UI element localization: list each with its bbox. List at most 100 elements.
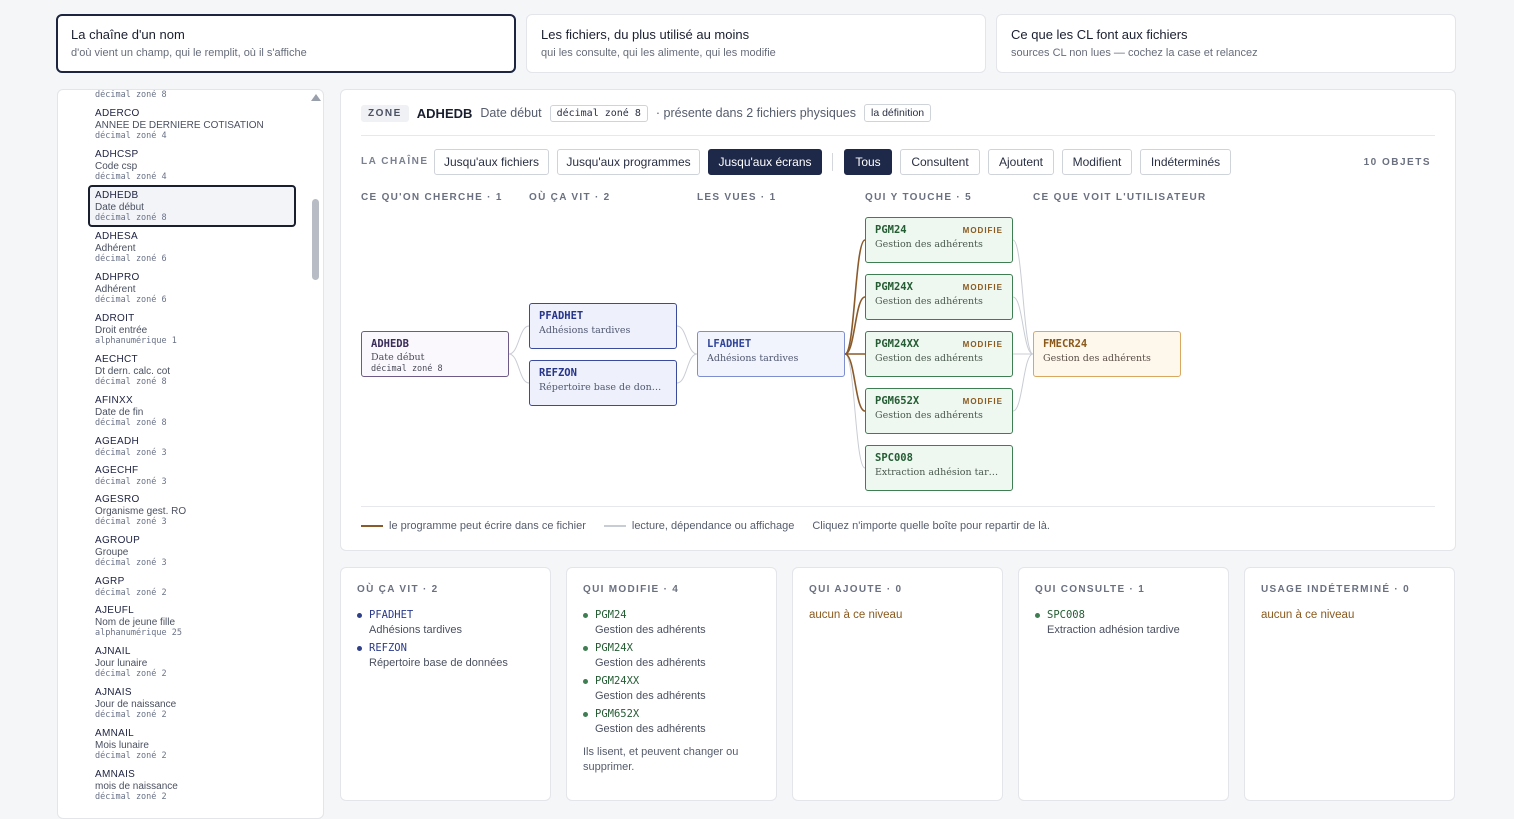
tab-chaine-nom[interactable]: La chaîne d'un nom d'où vient un champ, … (56, 14, 516, 73)
modify-badge: MODIFIE (962, 340, 1003, 349)
toolbar-separator (832, 153, 833, 171)
list-item[interactable]: ADERCO ANNEE DE DERNIERE COTISATION déci… (88, 108, 296, 143)
node-zone[interactable]: ADHEDB Date début décimal zoné 8 (361, 331, 509, 377)
edge-pfadhet-view (676, 325, 698, 355)
column-header-views: LES VUES · 1 (697, 192, 777, 203)
filter-modify-button[interactable]: Modifient (1062, 149, 1132, 175)
filter-undetermined-button[interactable]: Indéterminés (1140, 149, 1231, 175)
list-item[interactable]: AGRP décimal zoné 2 (88, 576, 296, 599)
list-item[interactable]: ADHPRO Adhérent décimal zoné 6 (88, 272, 296, 307)
list-item[interactable]: AMNAIL Mois lunaire décimal zoné 2 (88, 728, 296, 763)
edge-zone-refzon (508, 353, 530, 384)
list-item-partial: décimal zoné 8 (95, 90, 167, 100)
legend-hint: Cliquez n'importe quelle boîte pour repa… (812, 520, 1050, 532)
tab-title: Ce que les CL font aux fichiers (1011, 27, 1188, 42)
node-program[interactable]: PGM24 Gestion des adhérents MODIFIE (865, 217, 1013, 263)
list-item[interactable]: PGM24 Gestion des adhérents (583, 609, 760, 636)
edge-view-spc008 (844, 353, 866, 469)
zone-header: ZONE ADHEDB Date début décimal zoné 8 · … (361, 104, 932, 122)
depth-screens-button[interactable]: Jusqu'aux écrans (708, 149, 822, 175)
legend-write-swatch (361, 525, 383, 527)
card-lives: OÙ ÇA VIT · 2 PFADHET Adhésions tardives… (340, 567, 551, 801)
node-view[interactable]: LFADHET Adhésions tardives (697, 331, 845, 377)
legend-write-label: le programme peut écrire dans ce fichier (389, 520, 586, 532)
depth-programs-button[interactable]: Jusqu'aux programmes (557, 149, 700, 175)
node-program[interactable]: SPC008 Extraction adhésion tardi… (865, 445, 1013, 491)
node-screen[interactable]: FMECR24 Gestion des adhérents (1033, 331, 1181, 377)
tab-fichiers[interactable]: Les fichiers, du plus utilisé au moins q… (526, 14, 986, 73)
zone-presence: · présente dans 2 fichiers physiques (655, 106, 856, 120)
card-undetermined: USAGE INDÉTERMINÉ · 0 aucun à ce niveau (1244, 567, 1455, 801)
empty-message: aucun à ce niveau (809, 609, 903, 621)
tab-title: La chaîne d'un nom (71, 27, 185, 42)
list-item[interactable]: PGM652X Gestion des adhérents (583, 708, 760, 735)
filter-all-button[interactable]: Tous (844, 149, 892, 175)
node-file[interactable]: REFZON Répertoire base de données (529, 360, 677, 406)
edge-view-pgm652x (844, 353, 866, 412)
list-item[interactable]: ADHCSP Code csp décimal zoné 4 (88, 149, 296, 184)
list-item-selected[interactable]: ADHEDB Date début décimal zoné 8 (88, 185, 296, 227)
list-item[interactable]: AJNAIS Jour de naissance décimal zoné 2 (88, 687, 296, 722)
column-header-touch: QUI Y TOUCHE · 5 (865, 192, 972, 203)
edge-view-pgm24 (844, 239, 866, 355)
list-item[interactable]: PGM24X Gestion des adhérents (583, 642, 760, 669)
empty-message: aucun à ce niveau (1261, 609, 1355, 621)
node-program[interactable]: PGM652X Gestion des adhérents MODIFIE (865, 388, 1013, 434)
field-list-panel: décimal zoné 8 ADERCO ANNEE DE DERNIERE … (57, 89, 324, 819)
divider (361, 506, 1435, 507)
node-program[interactable]: PGM24X Gestion des adhérents MODIFIE (865, 274, 1013, 320)
chain-label: LA CHAÎNE (361, 156, 429, 167)
list-item[interactable]: AJNAIL Jour lunaire décimal zoné 2 (88, 646, 296, 681)
list-item[interactable]: SPC008 Extraction adhésion tardive (1035, 609, 1212, 636)
list-item[interactable]: AMNAIS mois de naissance décimal zoné 2 (88, 769, 296, 804)
zone-label: Date début (480, 106, 542, 120)
edge-pgm24x-screen (1012, 296, 1034, 355)
zone-badge: ZONE (361, 104, 409, 122)
tab-subtitle: sources CL non lues — cochez la case et … (1011, 47, 1258, 59)
edge-refzon-view (676, 353, 698, 384)
list-item[interactable]: AGECHF décimal zoné 3 (88, 465, 296, 488)
scroll-up-arrow-icon[interactable] (311, 94, 321, 101)
filter-read-button[interactable]: Consultent (900, 149, 980, 175)
zone-name: ADHEDB (416, 105, 473, 121)
depth-files-button[interactable]: Jusqu'aux fichiers (434, 149, 549, 175)
list-item[interactable]: AGROUP Groupe décimal zoné 3 (88, 535, 296, 570)
filter-add-button[interactable]: Ajoutent (988, 149, 1054, 175)
card-adds: QUI AJOUTE · 0 aucun à ce niveau (792, 567, 1003, 801)
modify-badge: MODIFIE (962, 226, 1003, 235)
tab-subtitle: d'où vient un champ, qui le remplit, où … (71, 47, 307, 59)
tab-cl-fichiers[interactable]: Ce que les CL font aux fichiers sources … (996, 14, 1456, 73)
legend-read-swatch (603, 525, 626, 527)
node-program[interactable]: PGM24XX Gestion des adhérents MODIFIE (865, 331, 1013, 377)
edge-zone-pfadhet (508, 325, 530, 355)
modify-badge: MODIFIE (962, 283, 1003, 292)
list-item[interactable]: AJEUFL Nom de jeune fille alphanumérique… (88, 605, 296, 640)
list-item[interactable]: ADHESA Adhérent décimal zoné 6 (88, 231, 296, 266)
list-item[interactable]: PGM24XX Gestion des adhérents (583, 675, 760, 702)
list-item[interactable]: AGESRO Organisme gest. RO décimal zoné 3 (88, 494, 296, 529)
card-reads: QUI CONSULTE · 1 SPC008 Extraction adhés… (1018, 567, 1229, 801)
list-item[interactable]: AECHCT Dt dern. calc. cot décimal zoné 8 (88, 354, 296, 389)
scrollbar-thumb[interactable] (312, 199, 319, 280)
chain-panel: ZONE ADHEDB Date début décimal zoné 8 · … (340, 89, 1456, 551)
divider (361, 135, 1435, 136)
modify-badge: MODIFIE (962, 397, 1003, 406)
list-item[interactable]: PFADHET Adhésions tardives (357, 609, 534, 636)
tab-title: Les fichiers, du plus utilisé au moins (541, 27, 750, 42)
list-item[interactable]: ADROIT Droit entrée alphanumérique 1 (88, 313, 296, 348)
column-header-user: CE QUE VOIT L'UTILISATEUR (1033, 192, 1207, 203)
legend-read-label: lecture, dépendance ou affichage (631, 520, 795, 532)
node-file[interactable]: PFADHET Adhésions tardives (529, 303, 677, 349)
legend: le programme peut écrire dans ce fichier… (361, 520, 1050, 532)
tab-subtitle: qui les consulte, qui les alimente, qui … (541, 47, 776, 59)
object-count: 10 OBJETS (1363, 157, 1431, 168)
definition-link[interactable]: la définition (864, 104, 932, 122)
edge-view-pgm24x (844, 296, 866, 355)
column-header-search: CE QU'ON CHERCHE · 1 (361, 192, 503, 203)
list-item[interactable]: AGEADH décimal zoné 3 (88, 436, 296, 459)
edge-pgm24-screen (1012, 239, 1034, 355)
list-item[interactable]: REFZON Répertoire base de données (357, 642, 534, 669)
card-modifies: QUI MODIFIE · 4 PGM24 Gestion des adhére… (566, 567, 777, 801)
list-item[interactable]: AFINXX Date de fin décimal zoné 8 (88, 395, 296, 430)
card-footnote: Ils lisent, et peuvent changer ou suppri… (583, 746, 739, 773)
